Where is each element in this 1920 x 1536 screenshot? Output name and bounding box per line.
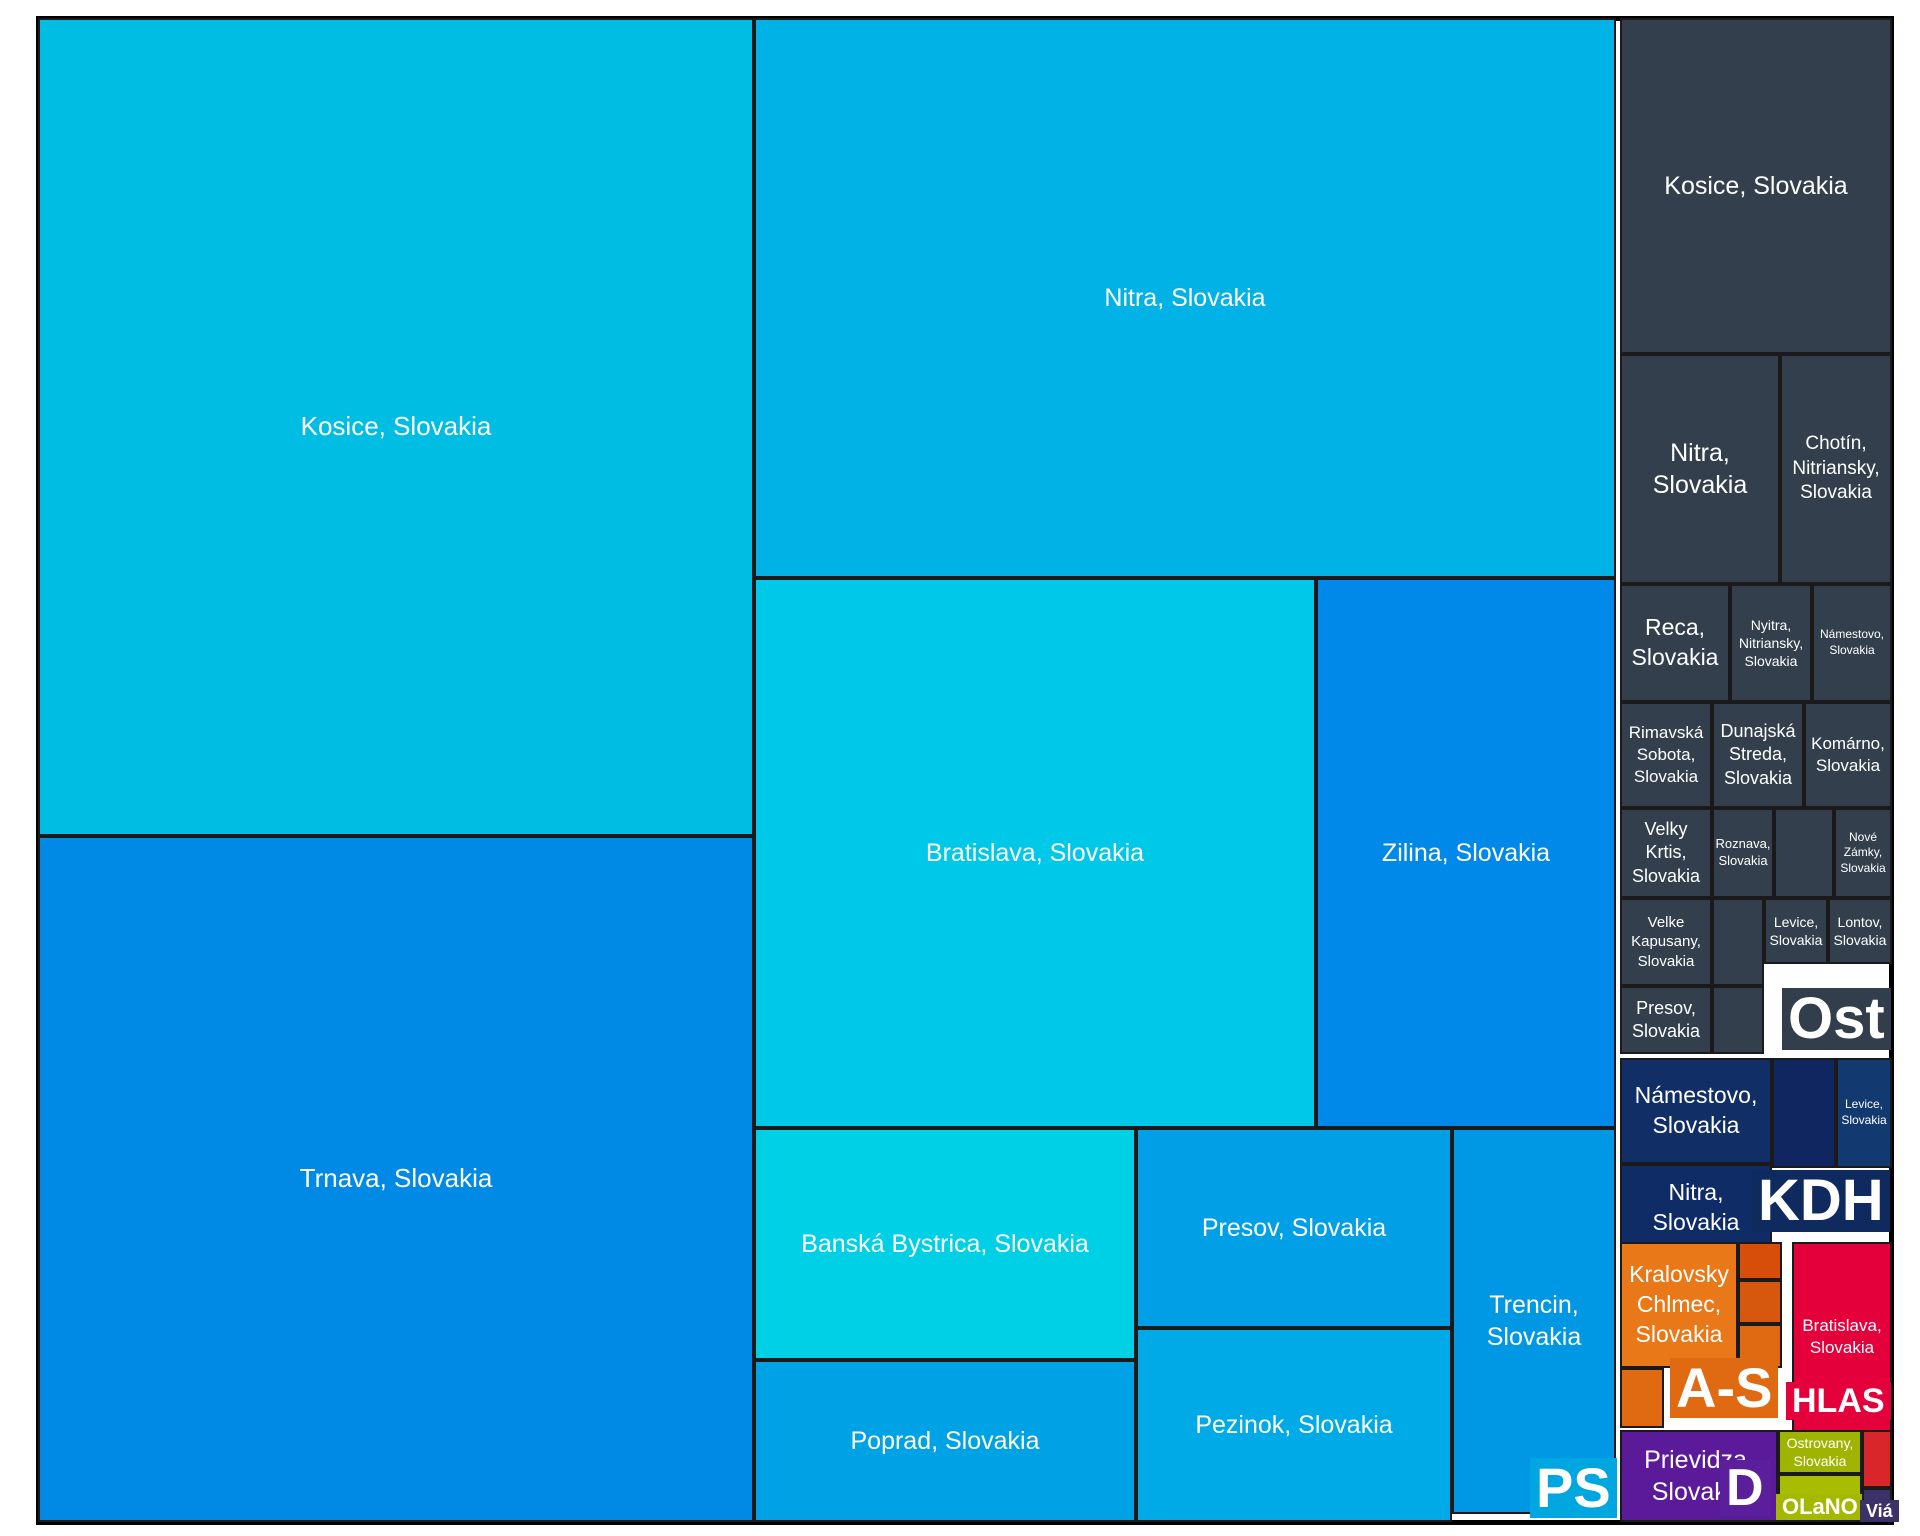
treemap-cell-label: Presov, Slovakia [1631,997,1701,1041]
treemap-cell-label: Pezinok, Slovakia [1195,1410,1393,1439]
treemap-cell-label: Banská Bystrica, Slovakia [801,1229,1089,1258]
treemap-cell [1712,898,1764,986]
treemap-cell-label: Chotín, Nitriansky, Slovakia [1792,432,1880,504]
treemap-cell-label: Nyitra, Nitriansky, Slovakia [1738,616,1804,670]
treemap-cell: Dunajská Streda, Slovakia [1712,702,1804,808]
treemap-cell: Nové Zámky, Slovakia [1834,808,1892,898]
treemap-cell: Lontov, Slovakia [1828,898,1892,964]
treemap-cell [1738,1242,1782,1280]
treemap-cell [1772,1058,1836,1168]
treemap-cell: Banská Bystrica, Slovakia [754,1128,1136,1360]
treemap-cell: Roznava, Slovakia [1712,808,1774,898]
treemap-cell: Velky Krtis, Slovakia [1620,808,1712,898]
treemap-cell-label: Roznava, Slovakia [1715,836,1771,868]
group-label: PS [1530,1458,1617,1518]
treemap-cell [1712,986,1764,1054]
treemap-cell-label: Bratislava, Slovakia [1802,1315,1882,1357]
treemap-cell: Zilina, Slovakia [1316,578,1616,1128]
group-label: HLAS [1786,1382,1891,1420]
treemap-cell-label: Kosice, Slovakia [300,411,492,442]
treemap-cell: Kralovsky Chlmec, Slovakia [1620,1242,1738,1368]
treemap-cell-label: Komárno, Slovakia [1811,733,1885,775]
treemap-cell: Rimavská Sobota, Slovakia [1620,702,1712,808]
treemap-cell-label: Kosice, Slovakia [1664,171,1848,200]
treemap-cell-label: Námestovo, Slovakia [1634,1082,1758,1138]
treemap-cell-label: Nitra, Slovakia [1652,1179,1740,1235]
treemap-cell [1862,1430,1892,1488]
treemap-cell: Námestovo, Slovakia [1620,1058,1772,1164]
treemap-cell-label: Nitra, Slovakia [1652,438,1748,500]
group-label: OLaNO [1776,1494,1864,1520]
treemap-cell: Velke Kapusany, Slovakia [1620,898,1712,986]
treemap-cell-label: Nitra, Slovakia [1104,283,1266,312]
treemap-cell [1774,808,1834,898]
treemap-cell-label: Levice, Slovakia [1841,1097,1887,1127]
treemap-cell-label: Trnava, Slovakia [299,1163,493,1194]
group-label: Ost [1782,988,1891,1050]
treemap-cell-label: Trencin, Slovakia [1486,1290,1582,1352]
treemap-cell-label: Zilina, Slovakia [1381,838,1551,867]
treemap-cell-label: Lontov, Slovakia [1833,913,1887,948]
treemap-cell-label: Dunajská Streda, Slovakia [1720,720,1796,788]
treemap-cell: Levice, Slovakia [1764,898,1828,964]
treemap-cell [1620,1368,1664,1428]
treemap-cell-label: Rimavská Sobota, Slovakia [1628,722,1704,787]
treemap-cell-label: Velke Kapusany, Slovakia [1631,913,1701,970]
treemap-cell-label: Bratislava, Slovakia [925,838,1145,867]
treemap-cell: Námestovo, Slovakia [1812,584,1892,702]
treemap-cell: Nyitra, Nitriansky, Slovakia [1730,584,1812,702]
treemap-cell: Levice, Slovakia [1836,1058,1892,1168]
treemap-cell-label: Velky Krtis, Slovakia [1631,818,1701,886]
treemap-cell-label: Kralovsky Chlmec, Slovakia [1629,1261,1729,1347]
treemap-cell: Pezinok, Slovakia [1136,1328,1452,1522]
treemap-cell: Nitra, Slovakia [1620,354,1780,584]
treemap-cell-label: Levice, Slovakia [1769,913,1823,948]
group-label: A-S [1670,1358,1779,1418]
treemap-chart: Kosice, Slovakia Trnava, Slovakia Nitra, S… [0,0,1920,1536]
treemap-cell-label: Poprad, Slovakia [850,1426,1040,1455]
treemap-cell-label: Ostrovany, Slovakia [1786,1434,1854,1469]
group-label: D [1720,1460,1770,1516]
treemap-cell-label: Nové Zámky, Slovakia [1840,829,1886,875]
treemap-cell: Kosice, Slovakia [38,18,754,836]
treemap-cell-label: Námestovo, Slovakia [1819,627,1885,657]
treemap-cell: Chotín, Nitriansky, Slovakia [1780,354,1892,584]
group-label: Viá [1860,1500,1899,1522]
treemap-cell: Poprad, Slovakia [754,1360,1136,1522]
treemap-cell: Reca, Slovakia [1620,584,1730,702]
group-label: KDH [1752,1170,1890,1232]
treemap-cell: Presov, Slovakia [1620,986,1712,1054]
treemap-cell: Ostrovany, Slovakia [1778,1430,1862,1474]
treemap-cell: Bratislava, Slovakia [754,578,1316,1128]
treemap-cell-label: Reca, Slovakia [1631,614,1719,670]
treemap-cell: Presov, Slovakia [1136,1128,1452,1328]
treemap-cell: Trnava, Slovakia [38,836,754,1522]
treemap-cell-label: Presov, Slovakia [1201,1213,1387,1242]
treemap-cell: Kosice, Slovakia [1620,18,1892,354]
treemap-cell: Nitra, Slovakia [1620,1164,1772,1252]
treemap-cell [1738,1280,1782,1324]
treemap-cell: Nitra, Slovakia [754,18,1616,578]
treemap-cell: Komárno, Slovakia [1804,702,1892,808]
